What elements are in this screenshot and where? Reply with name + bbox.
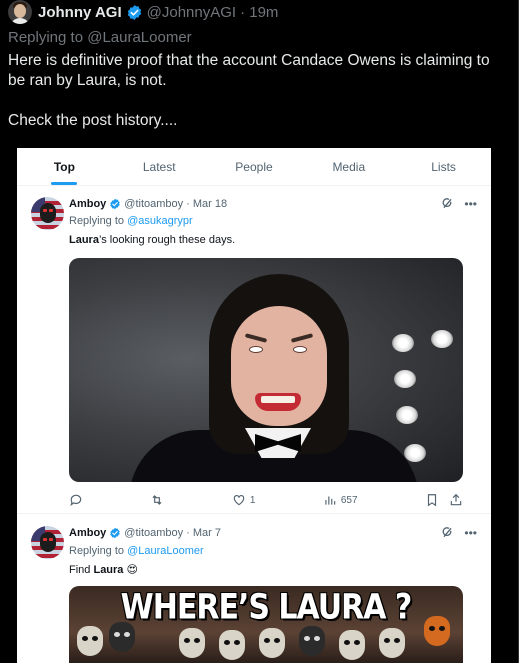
tweet-text: Laura’s looking rough these days. [69, 234, 236, 246]
post-header: Johnny AGI @JohnnyAGI · 19m [8, 0, 278, 24]
share-icon [450, 493, 462, 506]
avatar [31, 197, 64, 230]
post-text: Here is definitive proof that the accoun… [8, 51, 508, 151]
post-text-line: Check the post history.... [8, 112, 178, 129]
tweet-author-handle: @titoamboy [124, 198, 184, 210]
tweet-text: Find Laura 😍 [69, 564, 138, 576]
tweet-author-name: Amboy [69, 198, 107, 210]
retweet-button [150, 493, 164, 507]
tweet-top-actions: ••• [441, 197, 477, 211]
tweet-divider [17, 513, 491, 514]
tweet-date: · Mar 18 [186, 198, 228, 210]
attached-image[interactable]: Top Latest People Media Lists Amboy @tit… [17, 148, 491, 663]
tweet-author-handle: @titoamboy [124, 527, 184, 539]
tweet-header: Amboy @titoamboy · Mar 7 [69, 527, 221, 539]
retweet-icon [152, 495, 162, 505]
tweet-header: Amboy @titoamboy · Mar 18 [69, 198, 227, 210]
post-time[interactable]: · 19m [240, 4, 278, 21]
tweet-replying-to: Replying to @asukagrypr [69, 215, 193, 227]
post-text-line: Here is definitive proof that the accoun… [8, 52, 490, 89]
replying-to-link: @LauraLoomer [127, 545, 204, 557]
like-count: 1 [249, 494, 256, 506]
like-icon [233, 495, 245, 506]
views-button: 657 [323, 493, 358, 507]
verified-badge-icon [110, 198, 120, 210]
author-name[interactable]: Johnny AGI [38, 4, 122, 21]
tweet-media: WHERE’S LAURA ? [69, 586, 463, 663]
grok-icon [442, 527, 452, 537]
heart-eyes-emoji: 😍 [126, 564, 138, 576]
reply-button [69, 493, 83, 507]
tweet-author-name: Amboy [69, 527, 107, 539]
tweet-replying-to: Replying to @LauraLoomer [69, 545, 204, 557]
tweet-date: · Mar 7 [186, 527, 221, 539]
tab-top: Top [17, 148, 112, 185]
tab-media: Media [332, 160, 366, 174]
media-title: WHERE’S LAURA ? [120, 587, 413, 628]
tweet-media [69, 258, 463, 482]
search-tabs: Top Latest People Media Lists [17, 148, 491, 186]
views-icon [325, 496, 336, 505]
replying-to-link[interactable]: @LauraLoomer [87, 29, 191, 46]
avatar[interactable] [8, 0, 32, 24]
tab-latest: Latest [142, 160, 176, 174]
avatar [31, 526, 64, 559]
tweet-action-bar: 1 657 [69, 493, 463, 507]
tab-lists: Lists [431, 160, 456, 174]
replying-to: Replying to @LauraLoomer [8, 29, 192, 46]
tweet-top-actions: ••• [441, 526, 477, 540]
reply-icon [70, 494, 82, 507]
views-count: 657 [340, 494, 358, 506]
like-button: 1 [232, 493, 256, 507]
verified-badge-icon [127, 4, 141, 20]
replying-to-link: @asukagrypr [127, 215, 193, 227]
author-handle[interactable]: @JohnnyAGI [147, 4, 236, 21]
more-icon: ••• [464, 197, 477, 211]
bookmark-icon [427, 494, 437, 507]
more-icon: ••• [464, 526, 477, 540]
verified-badge-icon [110, 527, 120, 539]
grok-icon [442, 198, 452, 208]
bookmark-share-group [425, 493, 463, 507]
tab-people: People [235, 160, 273, 174]
